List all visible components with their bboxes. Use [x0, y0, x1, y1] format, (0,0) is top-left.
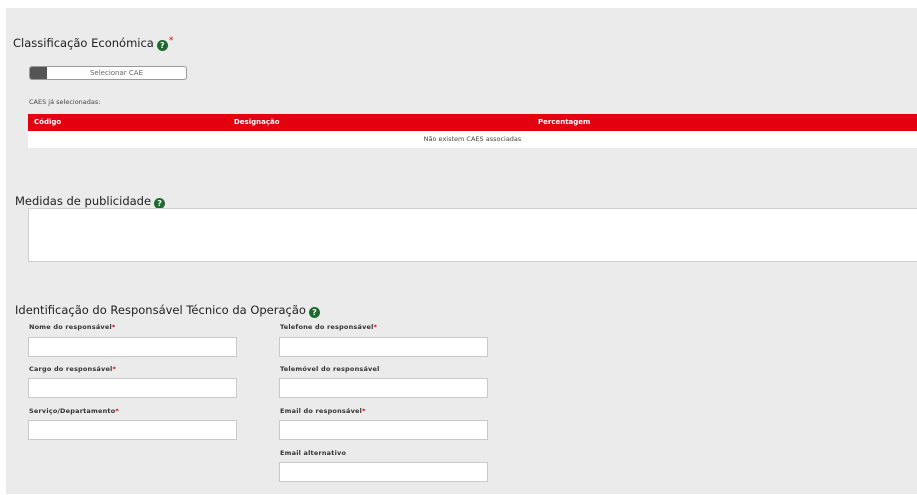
column-codigo: Código — [34, 118, 62, 126]
required-asterisk: * — [168, 36, 174, 46]
caes-table: Código Designação Percentagem Não existe… — [28, 114, 917, 148]
selected-caes-label: CAES já selecionadas: — [29, 98, 101, 106]
caes-empty-row: Não existem CAES associadas — [28, 131, 917, 148]
telemovel-label-text: Telemóvel do responsável — [280, 365, 380, 373]
cargo-label-text: Cargo do responsável — [29, 365, 113, 373]
telefone-label-text: Telefone do responsável — [280, 323, 374, 331]
required-asterisk: * — [115, 407, 119, 415]
email-alt-label: Email alternativo — [280, 449, 346, 457]
email-alt-label-text: Email alternativo — [280, 449, 347, 457]
nome-label-text: Nome do responsável — [29, 323, 112, 331]
help-icon[interactable]: ? — [156, 40, 168, 51]
email-label-text: Email do responsável — [280, 407, 363, 415]
required-asterisk: * — [362, 407, 366, 415]
nome-input[interactable] — [28, 337, 237, 357]
required-asterisk: * — [373, 323, 378, 331]
publicidade-title: Medidas de publicidade — [15, 194, 152, 208]
servico-input[interactable] — [28, 420, 237, 440]
column-designacao: Designação — [234, 118, 280, 126]
help-icon[interactable]: ? — [308, 307, 320, 318]
responsavel-title: Identificação do Responsável Técnico da … — [15, 303, 306, 317]
telefone-label: Telefone do responsável* — [280, 323, 377, 331]
nome-label: Nome do responsável* — [29, 323, 116, 331]
email-input[interactable] — [279, 420, 488, 440]
telemovel-label: Telemóvel do responsável — [280, 365, 380, 373]
caes-table-header: Código Designação Percentagem — [28, 114, 917, 131]
select-cae-handle — [30, 67, 47, 79]
required-asterisk: * — [111, 323, 116, 331]
cargo-input[interactable] — [28, 378, 237, 398]
cargo-label: Cargo do responsável* — [29, 365, 116, 373]
telefone-input[interactable] — [279, 337, 488, 357]
required-asterisk: * — [112, 365, 117, 373]
responsavel-section-title: Identificação do Responsável Técnico da … — [15, 303, 320, 318]
classificacao-section-title: Classificação Económica? * — [13, 36, 173, 51]
servico-label-text: Serviço/Departamento — [29, 407, 116, 415]
column-percentagem: Percentagem — [538, 118, 591, 126]
servico-label: Serviço/Departamento* — [29, 407, 119, 415]
email-alt-input[interactable] — [279, 462, 488, 482]
publicidade-section-title: Medidas de publicidade? — [15, 194, 166, 209]
telemovel-input[interactable] — [279, 378, 488, 398]
select-cae-button[interactable]: Selecionar CAE — [29, 66, 187, 80]
email-label: Email do responsável* — [280, 407, 366, 415]
publicidade-textarea[interactable] — [28, 208, 917, 262]
classificacao-title: Classificação Económica — [13, 36, 154, 50]
select-cae-label: Selecionar CAE — [89, 69, 143, 77]
